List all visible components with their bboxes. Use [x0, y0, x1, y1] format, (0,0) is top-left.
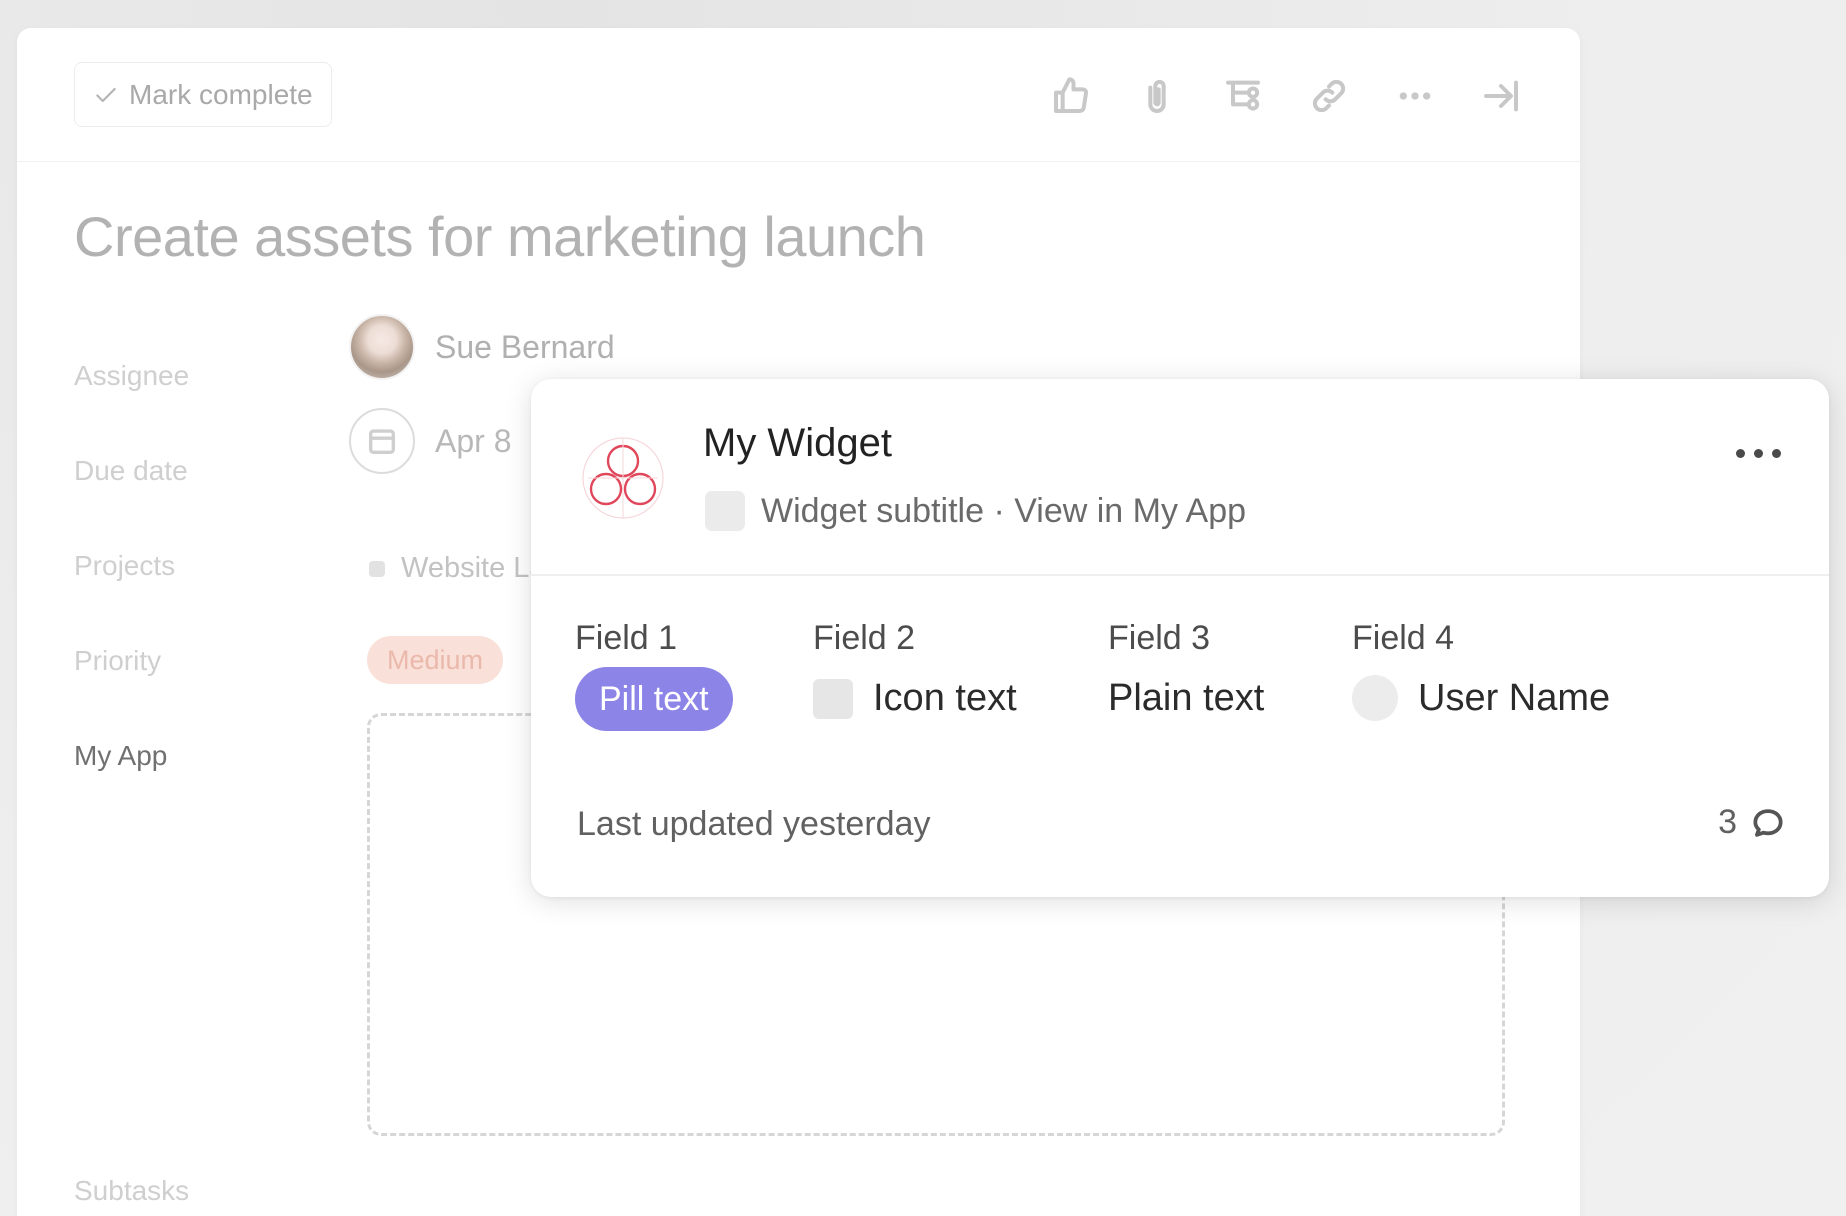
due-date-label: Due date [74, 455, 188, 486]
projects-label: Projects [74, 550, 176, 581]
priority-pill[interactable]: Medium [367, 636, 504, 684]
mark-complete-button[interactable]: Mark complete [74, 62, 332, 127]
widget-field-2: Field 2 Icon text [813, 619, 1017, 719]
field-label: Field 2 [813, 619, 916, 657]
comment-count: 3 [1718, 803, 1737, 841]
widget-subtitle-row: Widget subtitle · View in My App [705, 491, 1246, 531]
app-logo-icon [582, 437, 664, 519]
field-label: Field 4 [1352, 619, 1455, 657]
more-dot-icon [1736, 449, 1745, 458]
assignee-label: Assignee [74, 360, 190, 391]
due-date-value: Apr 8 [435, 422, 512, 459]
project-chip[interactable]: Website La [369, 552, 546, 585]
field-value: Pill text [575, 667, 733, 731]
widget-field-3: Field 3 Plain text [1108, 619, 1264, 719]
assignee-name: Sue Bernard [435, 328, 615, 365]
widget-title: My Widget [703, 421, 892, 465]
more-dot-icon [1754, 449, 1763, 458]
copy-link-button[interactable] [1305, 72, 1353, 120]
subtask-icon [1226, 80, 1260, 111]
thumbs-up-icon [1054, 77, 1088, 113]
field-label: Field 3 [1108, 619, 1211, 657]
icon-text: Icon text [873, 677, 1017, 719]
plain-text: Plain text [1108, 677, 1265, 719]
calendar-icon-wrap [349, 408, 415, 474]
widget-field-4: Field 4 User Name [1352, 619, 1610, 721]
widget-field-1: Field 1 Pill text [575, 619, 733, 731]
field-value: User Name [1352, 675, 1610, 721]
field-value: Plain text [1108, 677, 1264, 720]
subtitle-icon [705, 491, 745, 531]
assignee-field[interactable]: Sue Bernard [349, 314, 615, 380]
widget-more-button[interactable] [1736, 449, 1781, 458]
my-app-label: My App [74, 740, 168, 771]
close-panel-icon [1484, 80, 1518, 112]
mark-complete-label: Mark complete [129, 78, 313, 110]
task-toolbar [1047, 72, 1525, 120]
due-date-field[interactable]: Apr 8 [349, 408, 511, 474]
more-actions-button[interactable] [1391, 72, 1439, 120]
pill-badge[interactable]: Pill text [575, 667, 733, 731]
like-button[interactable] [1047, 72, 1095, 120]
widget-subtitle[interactable]: Widget subtitle · View in My App [761, 492, 1246, 531]
subtask-button[interactable] [1219, 72, 1267, 120]
widget-header: My Widget Widget subtitle · View in My A… [531, 379, 1829, 576]
project-color-dot [369, 560, 385, 577]
user-avatar [1352, 675, 1398, 721]
paperclip-icon [1148, 79, 1166, 113]
priority-label: Priority [74, 645, 162, 676]
comments-button[interactable]: 3 [1718, 803, 1787, 842]
avatar [349, 314, 415, 380]
checkmark-icon [96, 87, 116, 102]
field-label: Field 1 [575, 619, 678, 657]
field-value: Icon text [813, 677, 1017, 720]
project-name: Website La [401, 552, 546, 584]
more-icon [1399, 92, 1431, 100]
app-stage: Mark complete Create assets for marketin… [0, 0, 1846, 1216]
calendar-icon [368, 429, 396, 455]
subtasks-label: Subtasks [74, 1175, 190, 1206]
widget-card[interactable]: My Widget Widget subtitle · View in My A… [531, 379, 1829, 897]
user-name: User Name [1418, 676, 1611, 719]
task-title[interactable]: Create assets for marketing launch [74, 204, 926, 269]
field-icon [813, 678, 853, 719]
attach-button[interactable] [1133, 72, 1181, 120]
close-panel-button[interactable] [1477, 72, 1525, 120]
comment-icon [1753, 808, 1783, 837]
more-dot-icon [1772, 449, 1781, 458]
last-updated-text: Last updated yesterday [577, 805, 931, 843]
link-icon [1312, 79, 1346, 113]
task-header: Mark complete [17, 28, 1580, 162]
